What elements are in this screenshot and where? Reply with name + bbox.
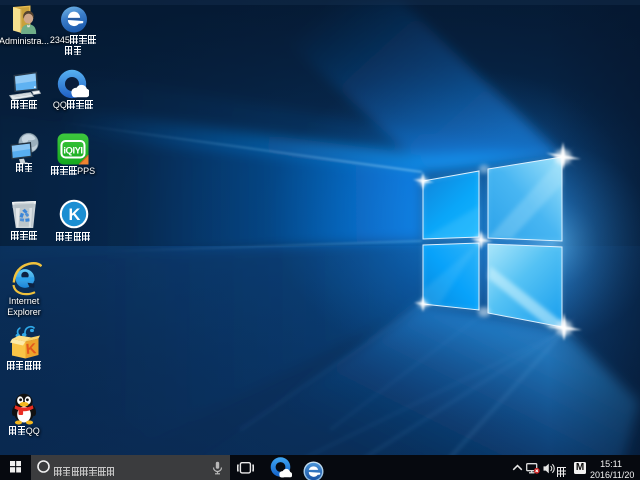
- svg-text:K: K: [25, 341, 37, 358]
- svg-text:iQIYI: iQIYI: [63, 146, 82, 157]
- svg-text:K: K: [69, 206, 81, 224]
